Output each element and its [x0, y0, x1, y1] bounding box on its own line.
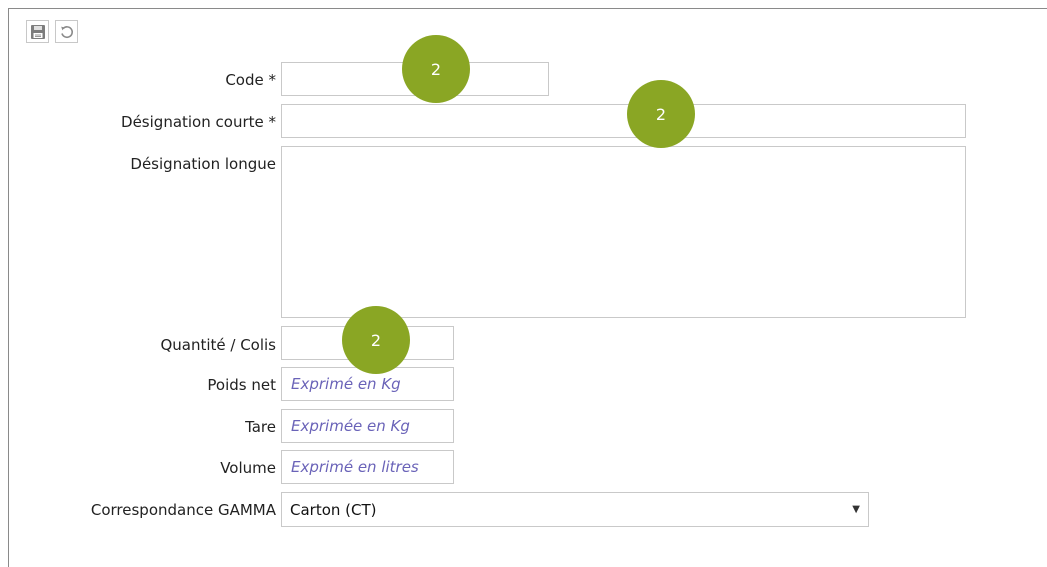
- code-label: Code *: [225, 71, 276, 89]
- tare-input[interactable]: [281, 409, 454, 443]
- annotation-badge: 2: [342, 306, 410, 374]
- quantity-label: Quantité / Colis: [160, 336, 276, 354]
- annotation-badge: 2: [402, 35, 470, 103]
- save-icon: [30, 24, 45, 39]
- annotation-badge: 2: [627, 80, 695, 148]
- volume-label: Volume: [220, 459, 276, 477]
- net-weight-label: Poids net: [207, 376, 276, 394]
- undo-icon: [60, 25, 73, 38]
- undo-button[interactable]: [55, 20, 78, 43]
- gamma-select[interactable]: Carton (CT) ▼: [281, 492, 869, 527]
- short-designation-input[interactable]: [281, 104, 966, 138]
- chevron-down-icon: ▼: [852, 504, 860, 515]
- tare-label: Tare: [245, 418, 276, 436]
- save-button[interactable]: [26, 20, 49, 43]
- volume-input[interactable]: [281, 450, 454, 484]
- short-designation-label: Désignation courte *: [121, 113, 276, 131]
- gamma-label: Correspondance GAMMA: [90, 501, 276, 519]
- gamma-selected-value: Carton (CT): [290, 500, 377, 519]
- long-designation-textarea[interactable]: [281, 146, 966, 318]
- long-designation-label: Désignation longue: [130, 155, 276, 173]
